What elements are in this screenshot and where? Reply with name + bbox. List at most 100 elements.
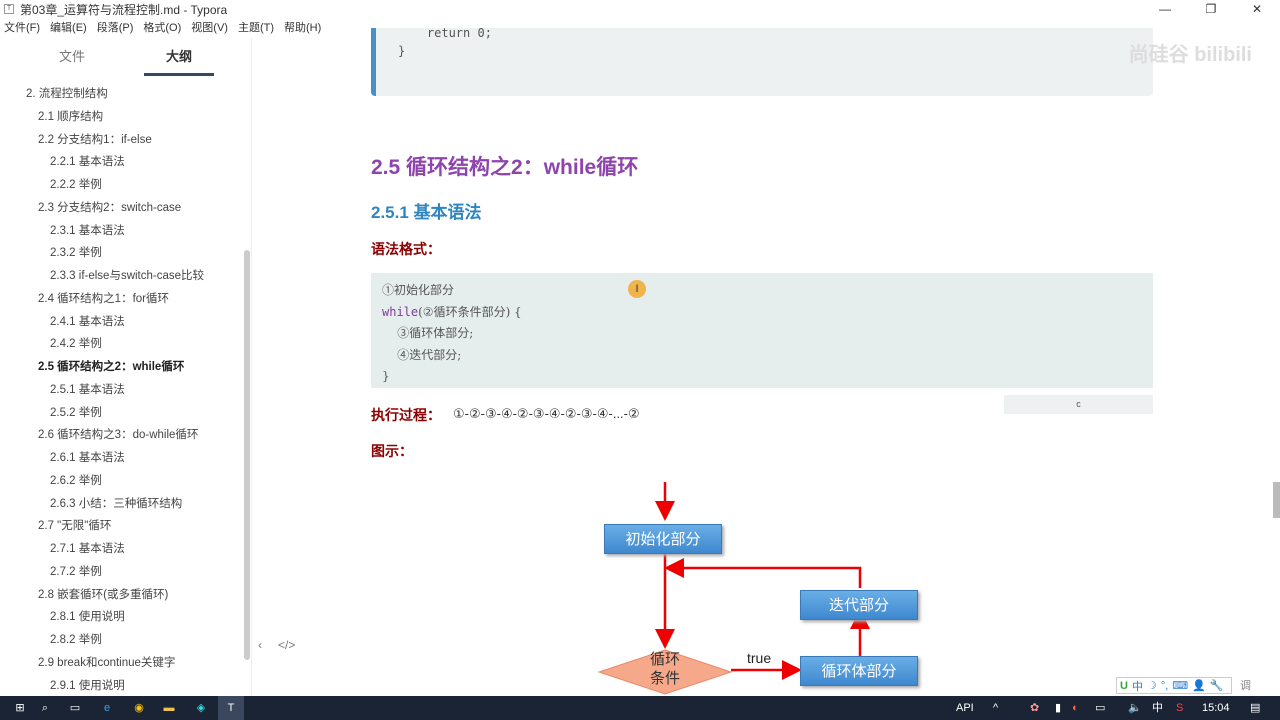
windows-start-icon[interactable]: ⊞ <box>12 696 28 720</box>
menu-edit[interactable]: 编辑(E) <box>50 19 87 35</box>
network-icon[interactable]: ▭ <box>1095 696 1105 720</box>
outline-item[interactable]: 2.6.3 小结：三种循环结构 <box>0 493 240 516</box>
outline-item[interactable]: 2.3 分支结构2：switch-case <box>0 197 240 220</box>
outline-item[interactable]: 2.6 循环结构之3：do-while循环 <box>0 424 240 447</box>
outline-item[interactable]: 2.5 循环结构之2：while循环 <box>0 356 240 379</box>
title-bar: T 第03章_运算符与流程控制.md - Typora — ❐ ✕ <box>0 0 1280 18</box>
arrow-loop-back <box>664 558 862 588</box>
outline-item[interactable]: 2.2 分支结构1：if-else <box>0 129 240 152</box>
typora-taskbar-icon[interactable]: T <box>218 696 244 720</box>
ime-logo-icon: U <box>1120 679 1128 692</box>
code-line: ④迭代部分; <box>382 347 462 362</box>
editor[interactable]: return 0;} 尚硅谷 bilibili 2.5 循环结构之2：while… <box>253 26 1280 696</box>
outline-item[interactable]: 2.6.1 基本语法 <box>0 447 240 470</box>
menu-file[interactable]: 文件(F) <box>4 19 40 35</box>
code-line: return 0; <box>398 26 492 40</box>
outline-item[interactable]: 2.8.2 举例 <box>0 629 240 652</box>
ime-lang[interactable]: 中 <box>1132 678 1143 694</box>
iter-box: 迭代部分 <box>800 590 918 620</box>
process-label: 执行过程： <box>371 407 441 423</box>
code-line: } <box>382 369 390 383</box>
menu-theme[interactable]: 主题(T) <box>238 19 274 35</box>
keyword-while: while <box>382 304 419 319</box>
syntax-label: 语法格式： <box>371 241 441 257</box>
code-line: ③循环体部分; <box>382 326 474 340</box>
outline-item[interactable]: 2.2.2 举例 <box>0 174 240 197</box>
menu-format[interactable]: 格式(O) <box>143 19 181 35</box>
outline-item[interactable]: 2.4.1 基本语法 <box>0 311 240 334</box>
code-line: ①初始化部分 <box>382 283 455 297</box>
tab-outline[interactable]: 大纲 <box>144 38 214 76</box>
outline-item[interactable]: 2.9 break和continue关键字 <box>0 652 240 675</box>
edge-icon[interactable]: e <box>98 696 116 720</box>
restore-button[interactable]: ❐ <box>1188 0 1234 18</box>
outline-item[interactable]: 2.7.1 基本语法 <box>0 538 240 561</box>
moon-icon[interactable]: ☽ <box>1147 679 1157 692</box>
sogou-icon[interactable]: S <box>1176 696 1183 720</box>
punctuation-icon[interactable]: °, <box>1161 680 1168 692</box>
outline-list: 2. 流程控制结构 2.1 顺序结构 2.2 分支结构1：if-else 2.2.1 … <box>0 83 240 697</box>
keyboard-icon[interactable]: ⌨ <box>1172 679 1188 692</box>
outline-item[interactable]: 2.3.2 举例 <box>0 242 240 265</box>
menu-view[interactable]: 视图(V) <box>191 19 228 35</box>
wrench-icon[interactable]: 🔧 <box>1210 679 1224 692</box>
menu-paragraph[interactable]: 段落(P) <box>97 19 134 35</box>
outline-item[interactable]: 2.3.1 基本语法 <box>0 220 240 243</box>
user-icon[interactable]: 👤 <box>1192 679 1206 692</box>
outline-item[interactable]: 2.5.2 举例 <box>0 402 240 425</box>
tab-files[interactable]: 文件 <box>36 38 108 76</box>
diagram-label: 图示： <box>371 443 413 459</box>
outline-item[interactable]: 2.4 循环结构之1：for循环 <box>0 288 240 311</box>
outline-item[interactable]: 2.3.3 if-else与switch-case比较 <box>0 265 240 288</box>
code-language-input[interactable]: c <box>1004 395 1153 414</box>
code-block-previous: return 0;} <box>371 26 1153 96</box>
sidebar: 文件 大纲 2. 流程控制结构 2.1 顺序结构 2.2 分支结构1：if-else… <box>0 38 252 696</box>
volume-icon[interactable]: 🔈 <box>1128 696 1142 720</box>
code-line: while(②循环条件部分) { <box>382 302 1142 324</box>
app-icon[interactable]: ◈ <box>192 696 210 720</box>
minimize-button[interactable]: — <box>1142 0 1188 18</box>
tray-app-icon[interactable]: ✿ <box>1030 696 1039 720</box>
text-cursor-icon: I <box>628 280 646 298</box>
close-button[interactable]: ✕ <box>1234 0 1280 18</box>
heading-2-5-1: 2.5.1 基本语法 <box>371 203 482 222</box>
init-box: 初始化部分 <box>604 524 722 554</box>
chrome-icon[interactable]: ◉ <box>130 696 148 720</box>
clock[interactable]: 15:04 <box>1202 696 1230 720</box>
outline-item[interactable]: 2.4.2 举例 <box>0 333 240 356</box>
file-explorer-icon[interactable]: ▬ <box>160 696 178 720</box>
outline-item[interactable]: 2.1 顺序结构 <box>0 106 240 129</box>
condition-label: 循环 条件 <box>635 650 695 688</box>
outline-item[interactable]: 2.2.1 基本语法 <box>0 151 240 174</box>
code-block[interactable]: ①初始化部分 while(②循环条件部分) { ③循环体部分; ④迭代部分; } <box>371 273 1153 388</box>
condition-line: 循环 <box>649 650 680 668</box>
watermark: 尚硅谷 bilibili <box>1128 44 1252 66</box>
api-label: API <box>956 702 974 714</box>
microphone-icon[interactable]: ▮ <box>1055 696 1061 720</box>
input-lang[interactable]: 中 <box>1152 696 1163 720</box>
outline-item[interactable]: 2.8.1 使用说明 <box>0 606 240 629</box>
process-text: ①-②-③-④-②-③-④-②-③-④-...-② <box>453 406 640 421</box>
ime-extra: 调 <box>1240 680 1251 692</box>
tray-expand-icon[interactable]: ^ <box>993 696 998 720</box>
outline-item[interactable]: 2.8 嵌套循环(或多重循环) <box>0 584 240 607</box>
body-box: 循环体部分 <box>800 656 918 686</box>
code-line: } <box>398 44 406 58</box>
tray-app2-icon[interactable]: ◐ <box>1072 696 1079 720</box>
outline-item[interactable]: 2.7.2 举例 <box>0 561 240 584</box>
task-view-icon[interactable]: ▭ <box>66 696 84 720</box>
outline-item[interactable]: 2. 流程控制结构 <box>0 83 240 106</box>
editor-scrollbar[interactable] <box>1273 482 1280 518</box>
menu-help[interactable]: 帮助(H) <box>284 19 321 35</box>
outline-item[interactable]: 2.5.1 基本语法 <box>0 379 240 402</box>
true-label: true <box>747 650 772 666</box>
outline-item[interactable]: 2.7 "无限"循环 <box>0 515 240 538</box>
typora-icon: T <box>4 4 14 14</box>
notification-icon[interactable]: ▤ <box>1250 696 1260 720</box>
sidebar-scrollbar[interactable] <box>244 250 250 660</box>
outline-item[interactable]: 2.9.1 使用说明 <box>0 675 240 698</box>
search-icon[interactable]: ⌕ <box>36 696 54 720</box>
ime-toolbar[interactable]: U 中 ☽ °, ⌨ 👤 🔧 <box>1116 677 1232 694</box>
outline-item[interactable]: 2.6.2 举例 <box>0 470 240 493</box>
heading-2-5: 2.5 循环结构之2：while循环 <box>371 156 639 179</box>
